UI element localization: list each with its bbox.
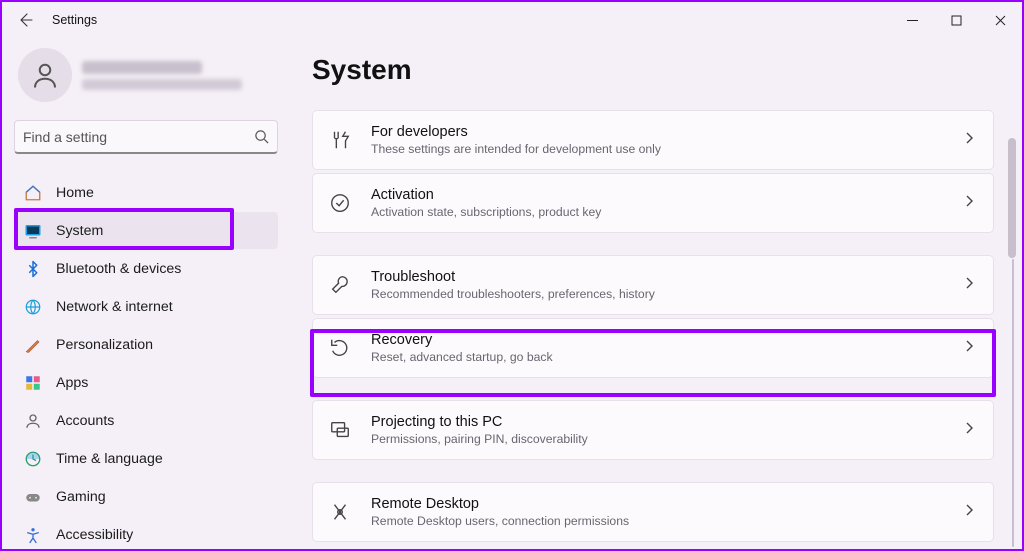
system-icon (24, 222, 42, 240)
nav-label: System (56, 223, 103, 239)
search-box[interactable] (14, 120, 278, 154)
card-title: Activation (371, 187, 601, 203)
remote-desktop-icon (329, 501, 351, 523)
profile-text (82, 61, 242, 90)
card-title: Projecting to this PC (371, 414, 588, 430)
search-icon (254, 129, 269, 144)
page-title: System (312, 54, 994, 86)
troubleshoot-icon (329, 274, 351, 296)
avatar (18, 48, 72, 102)
nav-item-bluetooth[interactable]: Bluetooth & devices (14, 250, 278, 287)
card-title: Troubleshoot (371, 269, 655, 285)
chevron-right-icon (963, 421, 975, 439)
minimize-icon (907, 15, 918, 26)
nav-item-time[interactable]: Time & language (14, 440, 278, 477)
card-sub: Remote Desktop users, connection permiss… (371, 514, 629, 528)
chevron-right-icon (963, 339, 975, 357)
accounts-icon (24, 412, 42, 430)
card-sub: Permissions, pairing PIN, discoverabilit… (371, 432, 588, 446)
nav-label: Accessibility (56, 527, 133, 543)
nav-label: Gaming (56, 489, 106, 505)
card-troubleshoot[interactable]: Troubleshoot Recommended troubleshooters,… (312, 255, 994, 315)
nav-item-network[interactable]: Network & internet (14, 288, 278, 325)
minimize-button[interactable] (890, 2, 934, 38)
close-button[interactable] (978, 2, 1022, 38)
card-sub: Activation state, subscriptions, product… (371, 205, 601, 219)
developers-icon (329, 129, 351, 151)
bluetooth-icon (24, 260, 42, 278)
personalization-icon (24, 336, 42, 354)
chevron-right-icon (963, 194, 975, 212)
card-for-developers[interactable]: For developers These settings are intende… (312, 110, 994, 170)
main-panel: System For developers These settings are … (290, 38, 1022, 549)
maximize-button[interactable] (934, 2, 978, 38)
nav-item-apps[interactable]: Apps (14, 364, 278, 401)
window-title: Settings (52, 13, 97, 27)
nav-label: Home (56, 185, 94, 201)
chevron-right-icon (963, 503, 975, 521)
card-title: Remote Desktop (371, 496, 629, 512)
activation-icon (329, 192, 351, 214)
card-recovery[interactable]: Recovery Reset, advanced startup, go back (312, 318, 994, 378)
search-input[interactable] (23, 129, 254, 145)
time-icon (24, 450, 42, 468)
nav-item-accessibility[interactable]: Accessibility (14, 516, 278, 551)
chevron-right-icon (963, 131, 975, 149)
card-projecting[interactable]: Projecting to this PC Permissions, pairin… (312, 400, 994, 460)
gaming-icon (24, 488, 42, 506)
nav-item-personalization[interactable]: Personalization (14, 326, 278, 363)
network-icon (24, 298, 42, 316)
back-button[interactable] (8, 3, 42, 37)
main-scrollbar[interactable] (1008, 138, 1016, 258)
recovery-icon (329, 337, 351, 359)
nav-label: Accounts (56, 413, 114, 429)
home-icon (24, 184, 42, 202)
projecting-icon (329, 419, 351, 441)
maximize-icon (951, 15, 962, 26)
person-icon (30, 60, 60, 90)
title-bar: Settings (2, 2, 1022, 38)
close-icon (995, 15, 1006, 26)
apps-icon (24, 374, 42, 392)
card-sub: These settings are intended for developm… (371, 142, 661, 156)
nav-item-home[interactable]: Home (14, 174, 278, 211)
back-arrow-icon (17, 12, 33, 28)
nav-item-system[interactable]: System (14, 212, 278, 249)
card-sub: Recommended troubleshooters, preferences… (371, 287, 655, 301)
sidebar: Home System Bluetooth & devices Network … (2, 38, 290, 549)
profile-section[interactable] (14, 38, 278, 120)
settings-cards: For developers These settings are intende… (312, 110, 994, 549)
nav-label: Personalization (56, 337, 153, 353)
card-sub: Reset, advanced startup, go back (371, 350, 553, 364)
nav-label: Apps (56, 375, 88, 391)
card-title: Recovery (371, 332, 553, 348)
chevron-right-icon (963, 276, 975, 294)
card-remote-desktop[interactable]: Remote Desktop Remote Desktop users, conn… (312, 482, 994, 542)
card-title: For developers (371, 124, 661, 140)
nav-label: Network & internet (56, 299, 173, 315)
nav-list: Home System Bluetooth & devices Network … (14, 174, 278, 551)
card-activation[interactable]: Activation Activation state, subscription… (312, 173, 994, 233)
accessibility-icon (24, 526, 42, 544)
nav-label: Time & language (56, 451, 163, 467)
nav-item-accounts[interactable]: Accounts (14, 402, 278, 439)
nav-item-gaming[interactable]: Gaming (14, 478, 278, 515)
nav-label: Bluetooth & devices (56, 261, 181, 277)
